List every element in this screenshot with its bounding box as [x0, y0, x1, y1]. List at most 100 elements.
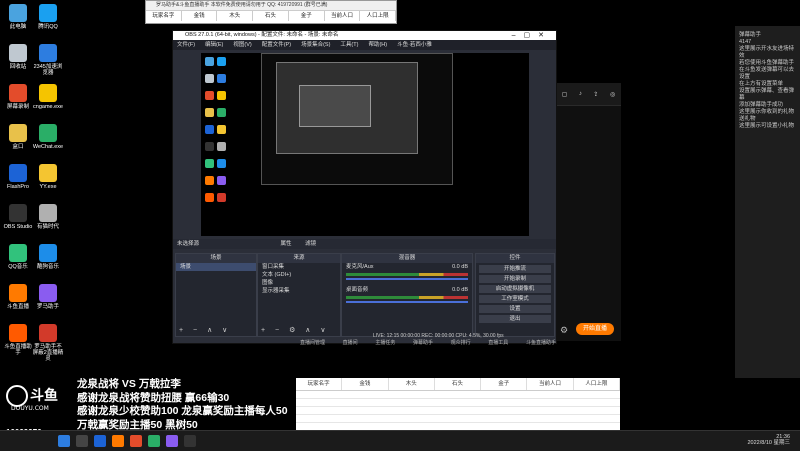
mixer-channel-name: 麦克风/Aux 0.0 dB — [346, 264, 468, 270]
start-live-button[interactable]: 开始直播 — [576, 323, 614, 335]
camera-icon[interactable]: ▢ — [562, 91, 568, 98]
scene-tools[interactable]: + − ∧ ∨ — [179, 326, 231, 334]
user-icon[interactable]: ◎ — [610, 91, 615, 98]
menu-item[interactable]: 文件(F) — [177, 40, 195, 50]
controls-dock-title: 控件 — [476, 254, 554, 263]
menu-item[interactable]: 帮助(H) — [368, 40, 387, 50]
source-item[interactable]: 文本 (GDI+) — [258, 271, 340, 279]
danmaku-panel: 弹幕助手 4147 这里展示开水友进场特效 若您使用斗鱼弹幕助手 在斗鱼发送弹幕可以去设… — [735, 26, 800, 378]
control-button[interactable]: 开始录制 — [479, 275, 551, 283]
menu-item[interactable]: 编辑(E) — [205, 40, 223, 50]
bottom-spreadsheet: 玩家名字 金钱 木头 石头 金子 当前人口 人口上限 — [296, 378, 620, 439]
start-windows-icon[interactable] — [58, 435, 70, 447]
taskbar-app-icon[interactable] — [76, 435, 88, 447]
desktop-icon[interactable]: 罗马助手 — [32, 284, 64, 310]
menu-item[interactable]: 配置文件(P) — [262, 40, 291, 50]
column-header[interactable]: 玩家名字 — [146, 11, 182, 21]
client-menu-item[interactable]: 斗鱼直播助手 — [526, 339, 556, 346]
douyu-client-window: ▢ ♪ ⇪ ◎ ⚙ 开始直播 — [555, 83, 621, 341]
taskbar-app-icon[interactable] — [112, 435, 124, 447]
client-menu-item[interactable]: 弹幕助手 — [413, 339, 433, 346]
column-header[interactable]: 木头 — [217, 11, 254, 21]
column-header[interactable]: 金子 — [289, 11, 325, 21]
app-icon — [9, 244, 27, 262]
taskbar-app-icon[interactable] — [166, 435, 178, 447]
column-header[interactable]: 金钱 — [342, 378, 389, 390]
column-header[interactable]: 人口上限 — [360, 11, 397, 21]
volume-slider[interactable] — [346, 278, 468, 280]
control-button[interactable]: 退出 — [479, 315, 551, 323]
control-button[interactable]: 工作室模式 — [479, 295, 551, 303]
desktop-icon[interactable]: 斗鱼直播 — [2, 284, 34, 310]
window-controls[interactable]: –▢✕ — [512, 31, 552, 40]
preview-app-icon — [205, 108, 214, 117]
top-spreadsheet-window: 罗马助手&斗鱼直播助手 本软件免费使用请勿用于 QQ: 419720991 (群… — [145, 0, 397, 24]
client-menu-item[interactable]: 直播工具 — [488, 339, 508, 346]
control-button[interactable]: 开始推流 — [479, 265, 551, 273]
column-header[interactable]: 金子 — [481, 378, 528, 390]
desktop-icon[interactable]: 2345加速浏览器 — [32, 44, 64, 76]
settings-gear-icon[interactable]: ⚙ — [560, 325, 570, 335]
menu-item[interactable]: 视图(V) — [233, 40, 251, 50]
menu-item[interactable]: 工具(T) — [340, 40, 358, 50]
desktop-icon[interactable]: 有猫时代 — [32, 204, 64, 230]
column-header[interactable]: 金钱 — [182, 11, 218, 21]
source-toolbar: 未选择源 属性 滤镜 — [173, 239, 556, 249]
desktop-icon[interactable]: FlashPro — [2, 164, 34, 190]
source-item[interactable]: 图像 — [258, 279, 340, 287]
control-button[interactable]: 启动虚拟摄像机 — [479, 285, 551, 293]
source-item[interactable]: 窗口采集 — [258, 263, 340, 271]
desktop-icon[interactable]: WeChat.exe — [32, 124, 64, 150]
sheet-top-header-row: 玩家名字 金钱 木头 石头 金子 当前人口 人口上限 — [146, 10, 397, 21]
system-tray[interactable]: 21:36 2022/8/10 星期三 — [748, 434, 791, 446]
music-icon[interactable]: ♪ — [579, 91, 582, 97]
share-icon[interactable]: ⇪ — [593, 91, 598, 98]
app-icon — [39, 124, 57, 142]
desktop-icon[interactable]: 腾讯QQ — [32, 4, 64, 30]
taskbar-app-icon[interactable] — [148, 435, 160, 447]
desktop-icon[interactable]: 屏幕录制 — [2, 84, 34, 110]
douyu-site-text: DOUYU.COM — [11, 405, 49, 412]
taskbar-app-icon[interactable] — [130, 435, 142, 447]
desktop-icon[interactable]: cngame.exe — [32, 84, 64, 110]
desktop-icon[interactable]: QQ音乐 — [2, 244, 34, 270]
desktop-icon[interactable]: 回收站 — [2, 44, 34, 70]
taskbar-app-icon[interactable] — [94, 435, 106, 447]
menu-item[interactable]: 场景集合(S) — [301, 40, 330, 50]
desktop-icon[interactable]: 盒口 — [2, 124, 34, 150]
client-menu-item[interactable]: 观众排行 — [451, 339, 471, 346]
desktop-icon-label: 罗马助手 — [36, 304, 59, 310]
client-bottom-menu: 直播间管理 直播间 主播任务 弹幕助手 观众排行 直播工具 斗鱼直播助手 — [300, 339, 556, 346]
scene-item[interactable]: 场景 — [176, 263, 256, 271]
client-menu-item[interactable]: 直播间 — [343, 339, 358, 346]
obs-preview[interactable] — [201, 53, 529, 236]
volume-slider[interactable] — [346, 301, 468, 303]
desktop-icon-label: 有猫时代 — [36, 224, 59, 230]
filters-button[interactable]: 滤镜 — [305, 241, 316, 247]
source-tools[interactable]: + − ⚙ ∧ ∨ — [261, 326, 329, 334]
client-menu-item[interactable]: 直播间管理 — [300, 339, 325, 346]
desktop-icon-label: 此电脑 — [9, 24, 27, 30]
desktop-icon[interactable]: OBS Studio — [2, 204, 34, 230]
column-header[interactable]: 人口上限 — [574, 378, 620, 390]
desktop-icon[interactable]: YY.exe — [32, 164, 64, 190]
source-item[interactable]: 显示器采集 — [258, 287, 340, 295]
column-header[interactable]: 当前人口 — [527, 378, 574, 390]
desktop-icon[interactable]: 斗鱼直播助手 — [2, 324, 34, 356]
desktop-icon[interactable]: 罗马助手不屏蔽2直播精灵 — [32, 324, 64, 362]
menu-item[interactable]: 斗鱼·若西小雅 — [397, 40, 432, 50]
properties-button[interactable]: 属性 — [281, 241, 292, 247]
desktop-icon[interactable]: 酷狗音乐 — [32, 244, 64, 270]
column-header[interactable]: 石头 — [435, 378, 482, 390]
client-menu-item[interactable]: 主播任务 — [375, 339, 395, 346]
preview-app-icon — [205, 176, 214, 185]
column-header[interactable]: 石头 — [253, 11, 289, 21]
danmaku-line: 这里展示开水友进场特效 — [739, 46, 795, 59]
app-icon — [9, 124, 27, 142]
column-header[interactable]: 木头 — [389, 378, 435, 390]
control-button[interactable]: 设置 — [479, 305, 551, 313]
column-header[interactable]: 玩家名字 — [296, 378, 343, 390]
desktop-icon[interactable]: 此电脑 — [2, 4, 34, 30]
column-header[interactable]: 当前人口 — [325, 11, 361, 21]
taskbar-app-icon[interactable] — [184, 435, 196, 447]
